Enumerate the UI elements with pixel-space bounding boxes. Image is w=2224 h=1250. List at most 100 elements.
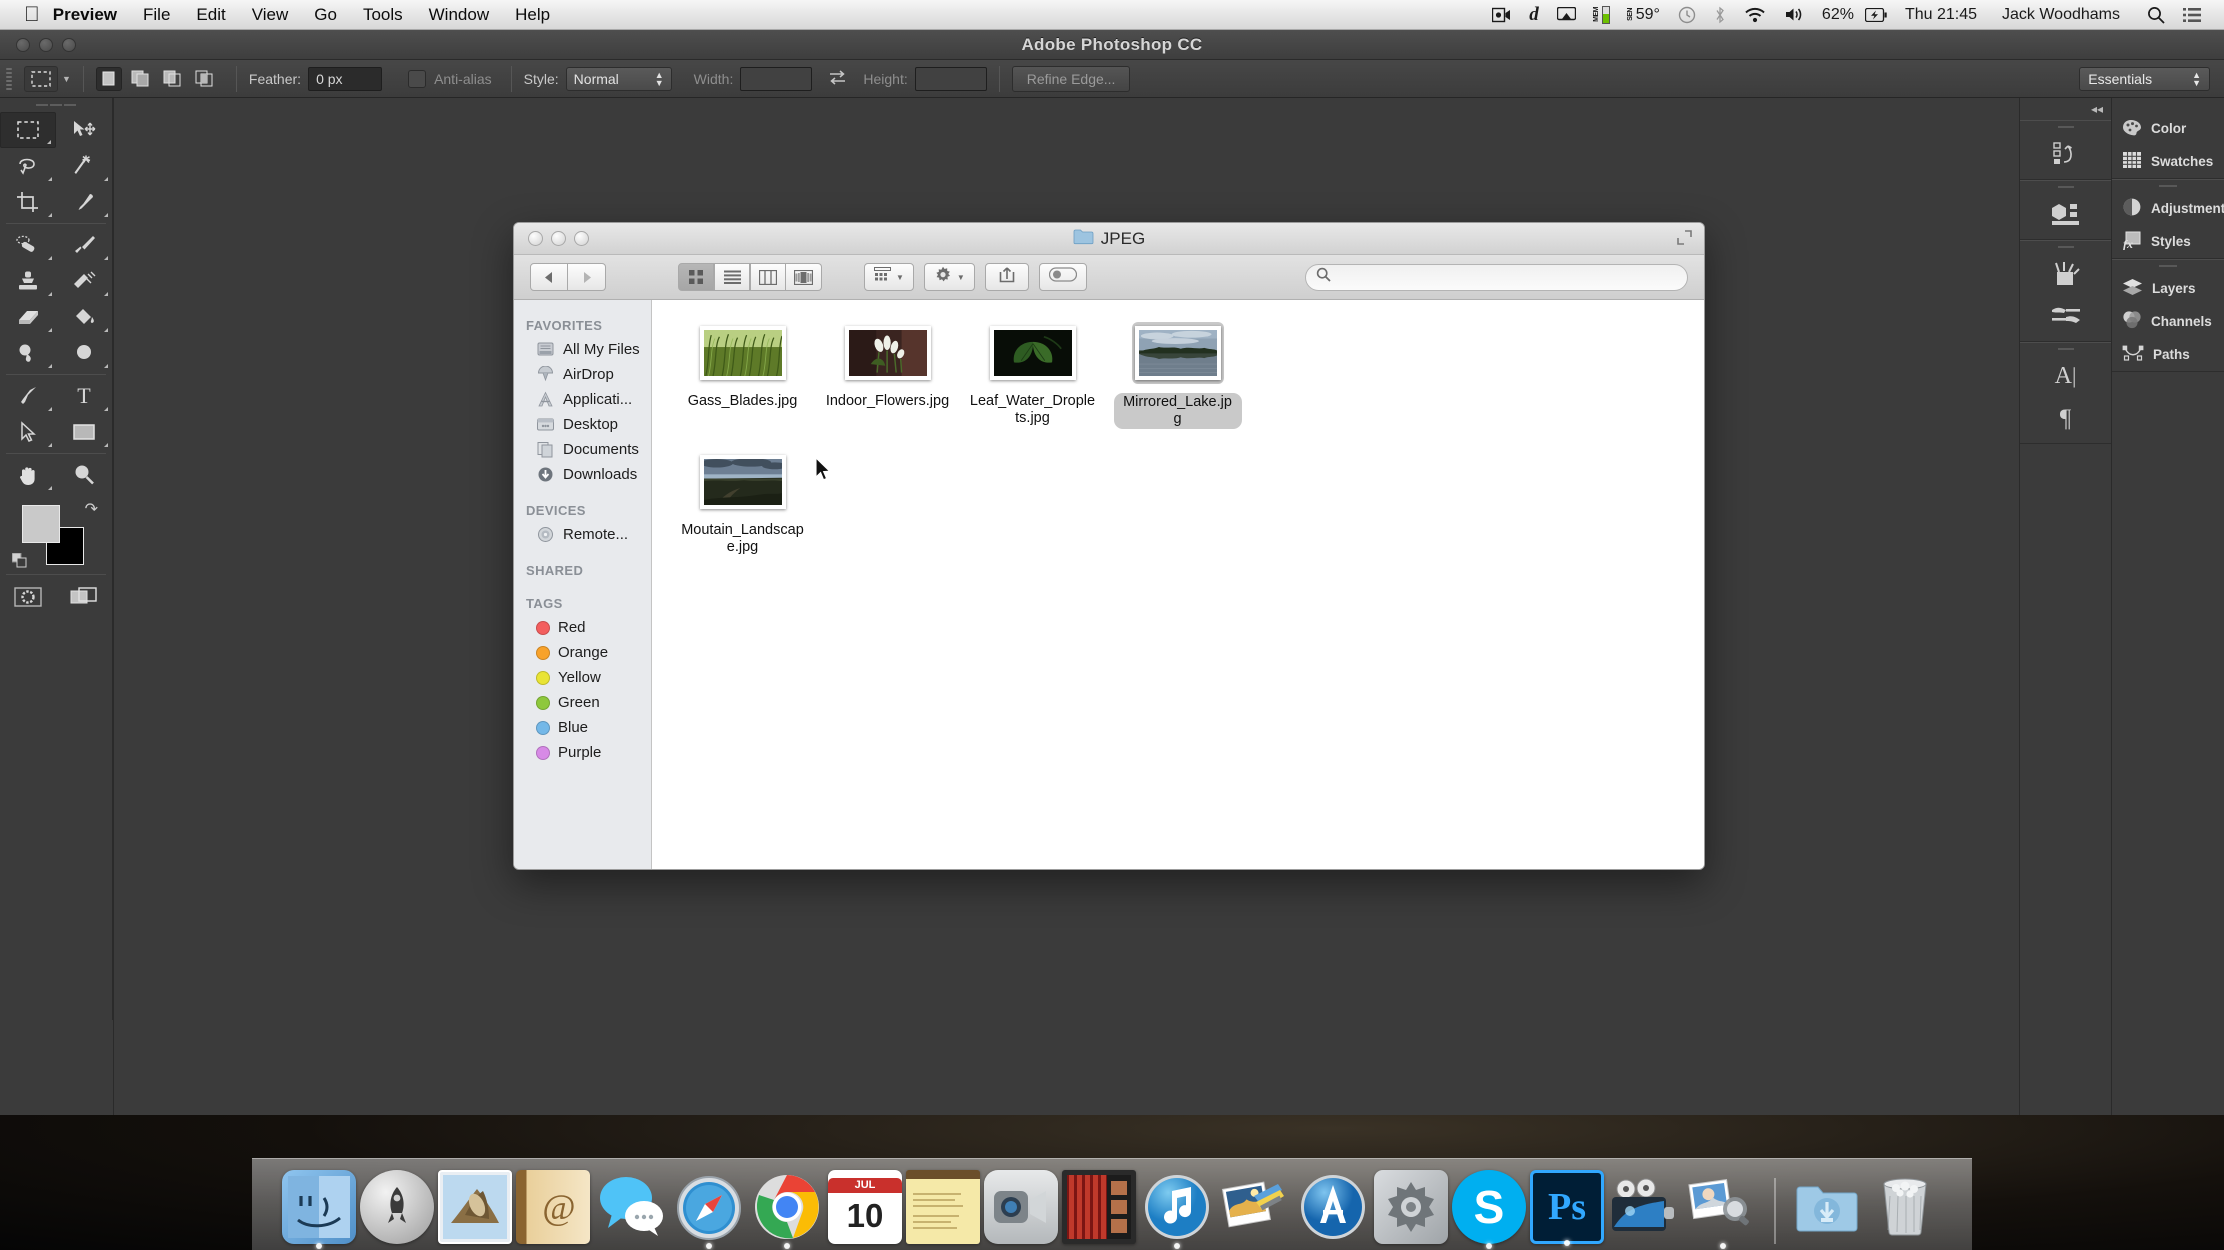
sidebar-item-tag-purple[interactable]: Purple [514,740,651,765]
sidebar-item-tag-yellow[interactable]: Yellow [514,665,651,690]
rail-grip[interactable] [2020,343,2111,355]
height-input[interactable] [914,66,987,91]
sidebar-item-tag-orange[interactable]: Orange [514,640,651,665]
finder-file-area[interactable]: Gass_Blades.jpg Indoor_Flowers.jpg Leaf_… [652,300,1704,869]
workspace-select[interactable]: Essentials ▲ ▼ [2079,66,2210,91]
apple-menu-icon[interactable]:  [24,4,40,25]
paint-bucket-tool[interactable] [56,299,112,335]
rectangle-shape-tool[interactable] [56,414,112,450]
menu-bar-clock[interactable]: Thu 21:45 [1896,6,1986,24]
sensor-meter-icon[interactable]: SEN [1619,5,1636,25]
panel-group-grip[interactable] [2112,260,2224,272]
volume-icon[interactable] [1775,6,1813,23]
swap-dimensions-icon[interactable] [828,69,847,89]
sidebar-item-documents[interactable]: Documents [514,437,651,462]
battery-charging-icon[interactable] [1863,7,1896,22]
bluetooth-icon[interactable] [1705,6,1735,24]
file-thumbnail-wrap[interactable] [1131,322,1224,384]
file-thumbnail-wrap[interactable] [987,322,1079,384]
magic-wand-tool[interactable] [56,148,112,184]
crop-tool[interactable] [0,184,56,220]
dock-item-notes[interactable] [906,1170,980,1244]
history-brush-tool[interactable] [56,263,112,299]
type-tool[interactable]: T [56,378,112,414]
chevron-down-icon[interactable]: ▼ [62,74,71,84]
brush-presets-panel-icon[interactable] [2020,295,2111,337]
wifi-icon[interactable] [1735,6,1775,23]
brush-panel-icon[interactable] [2020,253,2111,295]
history-panel-icon[interactable] [2020,133,2111,175]
share-button[interactable] [984,263,1029,291]
panel-channels[interactable]: Channels [2112,305,2224,338]
sidebar-item-remote-disc[interactable]: Remote... [514,522,651,547]
rectangular-marquee-tool[interactable] [0,112,56,148]
search-input[interactable] [1338,269,1677,285]
airplay-icon[interactable] [1548,6,1585,23]
sidebar-item-tag-green[interactable]: Green [514,690,651,715]
dock-item-photoshop[interactable]: Ps [1530,1170,1604,1246]
dock-item-facetime[interactable] [984,1170,1058,1244]
brush-tool[interactable] [56,227,112,263]
lasso-tool[interactable] [0,148,56,184]
dock-item-app-store[interactable] [1296,1170,1370,1244]
swap-colors-icon[interactable]: ↷ [85,499,98,519]
forward-arrow-icon[interactable] [568,263,606,291]
panel-styles[interactable]: fx Styles [2112,225,2224,258]
dock-item-skype[interactable]: S [1452,1170,1526,1249]
dock-item-itunes[interactable] [1140,1170,1214,1249]
coverflow-view-button[interactable] [786,263,822,291]
current-user-name[interactable]: Jack Woodhams [1986,6,2129,24]
back-arrow-icon[interactable] [530,263,568,291]
spot-healing-brush-tool[interactable] [0,227,56,263]
finder-title-bar[interactable]: JPEG [514,223,1704,255]
memory-meter-icon[interactable]: MEM [1585,5,1619,25]
finder-window[interactable]: JPEG ▼ ▼ FAVORITES All My Files AirDrop … [513,222,1705,870]
paragraph-panel-icon[interactable]: ¶ [2020,397,2111,439]
anti-alias-checkbox[interactable] [408,69,427,88]
add-to-selection-button[interactable] [128,67,154,91]
menu-item-go[interactable]: Go [301,5,350,25]
eyedropper-tool[interactable] [56,184,112,220]
dock-item-trash[interactable] [1868,1170,1942,1244]
rail-grip[interactable] [2020,241,2111,253]
zoom-tool[interactable] [56,457,112,493]
dock-item-messages[interactable] [594,1170,668,1244]
panel-adjustments[interactable]: Adjustments [2112,192,2224,225]
screen-record-icon[interactable] [1483,7,1520,23]
column-view-button[interactable] [750,263,786,291]
hand-tool[interactable] [0,457,56,493]
rail-grip[interactable] [2020,121,2111,133]
eraser-tool[interactable] [0,299,56,335]
notification-center-icon[interactable] [2174,7,2210,23]
panel-layers[interactable]: Layers [2112,272,2224,305]
dock-item-safari[interactable] [672,1170,746,1249]
new-selection-button[interactable] [95,66,122,91]
collapse-panels-icon[interactable]: ◂◂ [2020,98,2111,120]
dodge-tool[interactable] [0,335,56,371]
screen-mode-tool[interactable] [56,579,112,615]
menu-item-edit[interactable]: Edit [183,5,238,25]
style-select[interactable]: Normal ▲ ▼ [565,66,672,91]
default-colors-icon[interactable] [11,552,27,568]
file-thumbnail-wrap[interactable] [697,322,789,384]
fullscreen-icon[interactable] [1677,229,1692,248]
dock-item-finder[interactable] [282,1170,356,1249]
dock-item-preview[interactable] [1686,1170,1760,1249]
dock-item-iphoto[interactable] [1218,1170,1292,1244]
menu-item-help[interactable]: Help [502,5,563,25]
temperature-readout[interactable]: 59° [1636,6,1669,24]
file-item-gass-blades[interactable]: Gass_Blades.jpg [670,300,815,429]
pen-tool[interactable] [0,378,56,414]
file-item-indoor-flowers[interactable]: Indoor_Flowers.jpg [815,300,960,429]
subtract-from-selection-button[interactable] [160,67,186,91]
finder-search-field[interactable] [1305,263,1688,291]
view-mode-buttons[interactable] [678,263,822,291]
dock-item-contacts[interactable]: @ [516,1170,590,1244]
file-thumbnail-wrap[interactable] [842,322,934,384]
sidebar-item-applications[interactable]: Applicati... [514,387,651,412]
menu-item-window[interactable]: Window [416,5,502,25]
sidebar-item-all-my-files[interactable]: All My Files [514,337,651,362]
file-item-moutain-landscape[interactable]: Moutain_Landscape.jpg [670,429,815,556]
rail-grip[interactable] [2020,181,2111,193]
rectangular-marquee-icon[interactable] [24,65,58,92]
